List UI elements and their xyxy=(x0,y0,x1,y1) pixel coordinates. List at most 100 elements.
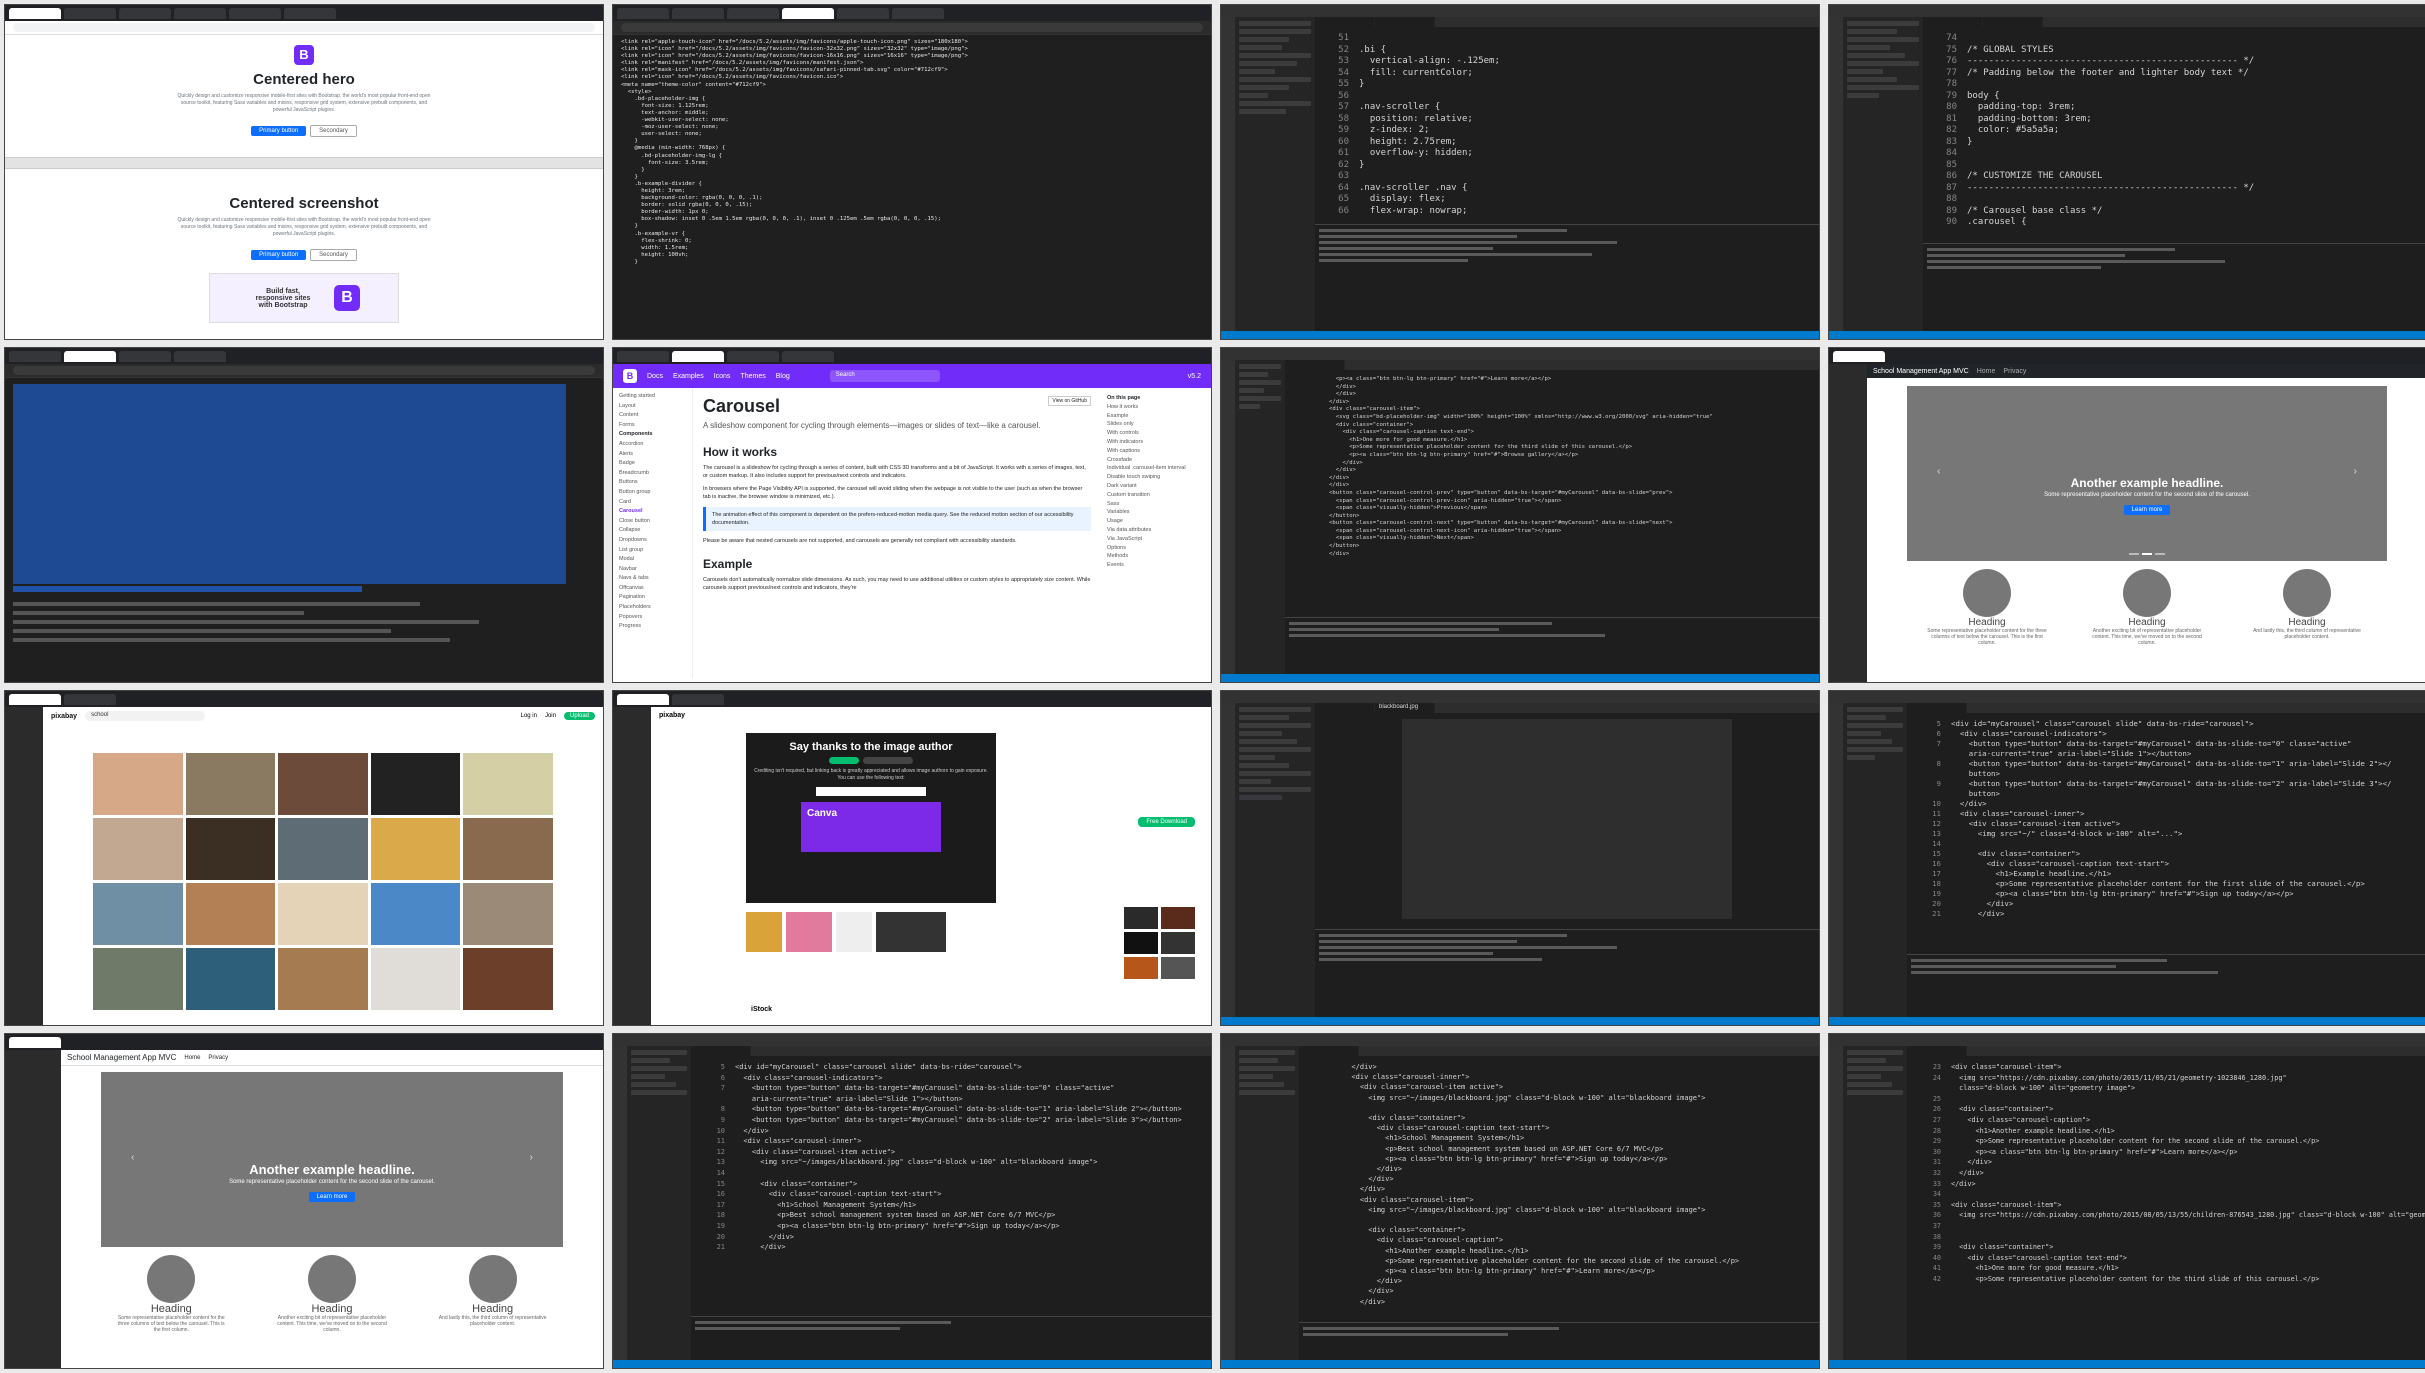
browser-tab[interactable] xyxy=(617,693,669,705)
browser-tab[interactable] xyxy=(727,7,779,19)
toc-item[interactable]: How it works xyxy=(1107,403,1205,412)
toc-item[interactable]: Events xyxy=(1107,561,1205,570)
nav-docs[interactable]: Docs xyxy=(647,373,663,380)
toc-item[interactable]: Disable touch swiping xyxy=(1107,473,1205,482)
browser-tab[interactable] xyxy=(64,350,116,362)
sidebar-item[interactable]: Badge xyxy=(619,459,686,469)
browser-tab[interactable] xyxy=(119,7,171,19)
sidebar-item[interactable]: Button group xyxy=(619,488,686,498)
related-image[interactable] xyxy=(1124,957,1158,979)
result-image[interactable] xyxy=(93,753,183,815)
result-image[interactable] xyxy=(463,818,553,880)
toc-item[interactable]: Sass xyxy=(1107,500,1205,509)
code-editor[interactable]: 51 52 .bi {53 vertical-align: -.125em; 54 f… xyxy=(1315,17,1819,331)
result-image[interactable] xyxy=(185,948,276,1010)
docs-search-input[interactable]: Search xyxy=(829,370,940,382)
toc-item[interactable]: With captions xyxy=(1107,447,1205,456)
sidebar-item[interactable]: Modal xyxy=(619,555,686,565)
terminal-panel[interactable] xyxy=(1923,243,2425,331)
browser-tab[interactable] xyxy=(9,350,61,362)
sidebar-item[interactable]: Content xyxy=(619,411,686,421)
pixabay-logo[interactable]: pixabay xyxy=(51,713,77,720)
navbar-brand[interactable]: School Management App MVC xyxy=(1873,368,1969,375)
login-link[interactable]: Log in xyxy=(521,713,537,719)
code-editor[interactable]: 23 <div class="carousel-item"> 24 <img src… xyxy=(1907,1046,2425,1360)
nav-themes[interactable]: Themes xyxy=(740,373,765,380)
bootstrap-logo-icon[interactable]: B xyxy=(623,369,637,383)
related-image[interactable] xyxy=(1161,957,1195,979)
browser-tab[interactable] xyxy=(892,7,944,19)
result-image[interactable] xyxy=(278,753,368,815)
terminal-panel[interactable] xyxy=(1907,954,2425,1017)
sidebar-item[interactable]: Getting started xyxy=(619,392,686,402)
related-image[interactable] xyxy=(786,912,832,952)
nav-blog[interactable]: Blog xyxy=(776,373,790,380)
secondary-button[interactable]: Secondary xyxy=(310,249,357,261)
secondary-button[interactable]: Secondary xyxy=(310,125,357,137)
browser-tab[interactable] xyxy=(229,7,281,19)
toc-item[interactable]: Usage xyxy=(1107,517,1205,526)
copy-option[interactable] xyxy=(863,757,913,764)
related-image[interactable] xyxy=(1161,932,1195,954)
result-image[interactable] xyxy=(93,948,183,1010)
address-bar[interactable] xyxy=(613,21,1211,35)
carousel-indicators[interactable] xyxy=(2129,553,2165,555)
browser-tab[interactable] xyxy=(1833,350,1885,362)
editor-tab[interactable] xyxy=(1375,17,1435,27)
related-image[interactable] xyxy=(836,912,872,952)
browser-tab[interactable] xyxy=(64,7,116,19)
sidebar-item[interactable]: Carousel xyxy=(619,507,686,517)
sidebar-item[interactable]: Components xyxy=(619,430,686,440)
free-download-button[interactable]: Free Download xyxy=(1138,817,1195,827)
result-image[interactable] xyxy=(93,818,183,880)
nav-home[interactable]: Home xyxy=(1977,368,1996,375)
result-image[interactable] xyxy=(185,818,276,880)
sidebar-item[interactable]: Collapse xyxy=(619,526,686,536)
version-dropdown[interactable]: v5.2 xyxy=(1188,373,1201,380)
result-image[interactable] xyxy=(370,818,461,880)
sidebar-item[interactable]: Card xyxy=(619,498,686,508)
sidebar-item[interactable]: List group xyxy=(619,546,686,556)
pixabay-logo[interactable]: pixabay xyxy=(651,707,1211,723)
related-image[interactable] xyxy=(1124,907,1158,929)
editor-tab[interactable] xyxy=(1923,17,1983,27)
editor-tab-blackboard[interactable]: blackboard.jpg xyxy=(1375,703,1435,713)
image-preview[interactable]: blackboard.jpg xyxy=(1315,703,1819,1017)
learn-more-button[interactable]: Learn more xyxy=(2123,505,2171,515)
result-image[interactable] xyxy=(185,883,276,945)
search-input[interactable]: school xyxy=(85,711,206,721)
terminal-panel[interactable] xyxy=(1285,617,1819,674)
browser-tab[interactable] xyxy=(727,350,779,362)
nav-icons[interactable]: Icons xyxy=(714,373,731,380)
nav-privacy[interactable]: Privacy xyxy=(208,1055,228,1061)
toc-item[interactable]: Example xyxy=(1107,412,1205,421)
result-image[interactable] xyxy=(93,883,183,945)
nav-examples[interactable]: Examples xyxy=(673,373,704,380)
browser-tab[interactable] xyxy=(782,350,834,362)
address-bar[interactable] xyxy=(5,364,603,378)
toc-item[interactable]: Via JavaScript xyxy=(1107,535,1205,544)
sidebar-item[interactable]: Layout xyxy=(619,402,686,412)
browser-tab[interactable] xyxy=(617,7,669,19)
join-link[interactable]: Join xyxy=(545,713,556,719)
sidebar-item[interactable]: Navbar xyxy=(619,565,686,575)
related-image[interactable] xyxy=(746,912,782,952)
toc-item[interactable]: Methods xyxy=(1107,552,1205,561)
toc-item[interactable]: Custom transition xyxy=(1107,491,1205,500)
terminal-panel[interactable] xyxy=(1315,224,1819,331)
sidebar-item[interactable]: Progress xyxy=(619,622,686,632)
browser-tab[interactable] xyxy=(9,693,61,705)
sidebar-item[interactable]: Placeholders xyxy=(619,603,686,613)
toc-item[interactable]: Options xyxy=(1107,544,1205,553)
result-image[interactable] xyxy=(463,883,553,945)
sidebar-item[interactable]: Navs & tabs xyxy=(619,574,686,584)
toc-item[interactable]: Individual .carousel-item interval xyxy=(1107,464,1205,473)
editor-tab[interactable] xyxy=(691,1046,751,1056)
code-editor[interactable]: 5 <div id="myCarousel" class="carousel sl… xyxy=(691,1046,1211,1360)
toc-item[interactable]: Slides only xyxy=(1107,420,1205,429)
toc-item[interactable]: With indicators xyxy=(1107,438,1205,447)
sidebar-item[interactable]: Dropdowns xyxy=(619,536,686,546)
sidebar-item[interactable]: Offcanvas xyxy=(619,584,686,594)
toc-item[interactable]: Dark variant xyxy=(1107,482,1205,491)
terminal-panel[interactable] xyxy=(1315,929,1819,1017)
